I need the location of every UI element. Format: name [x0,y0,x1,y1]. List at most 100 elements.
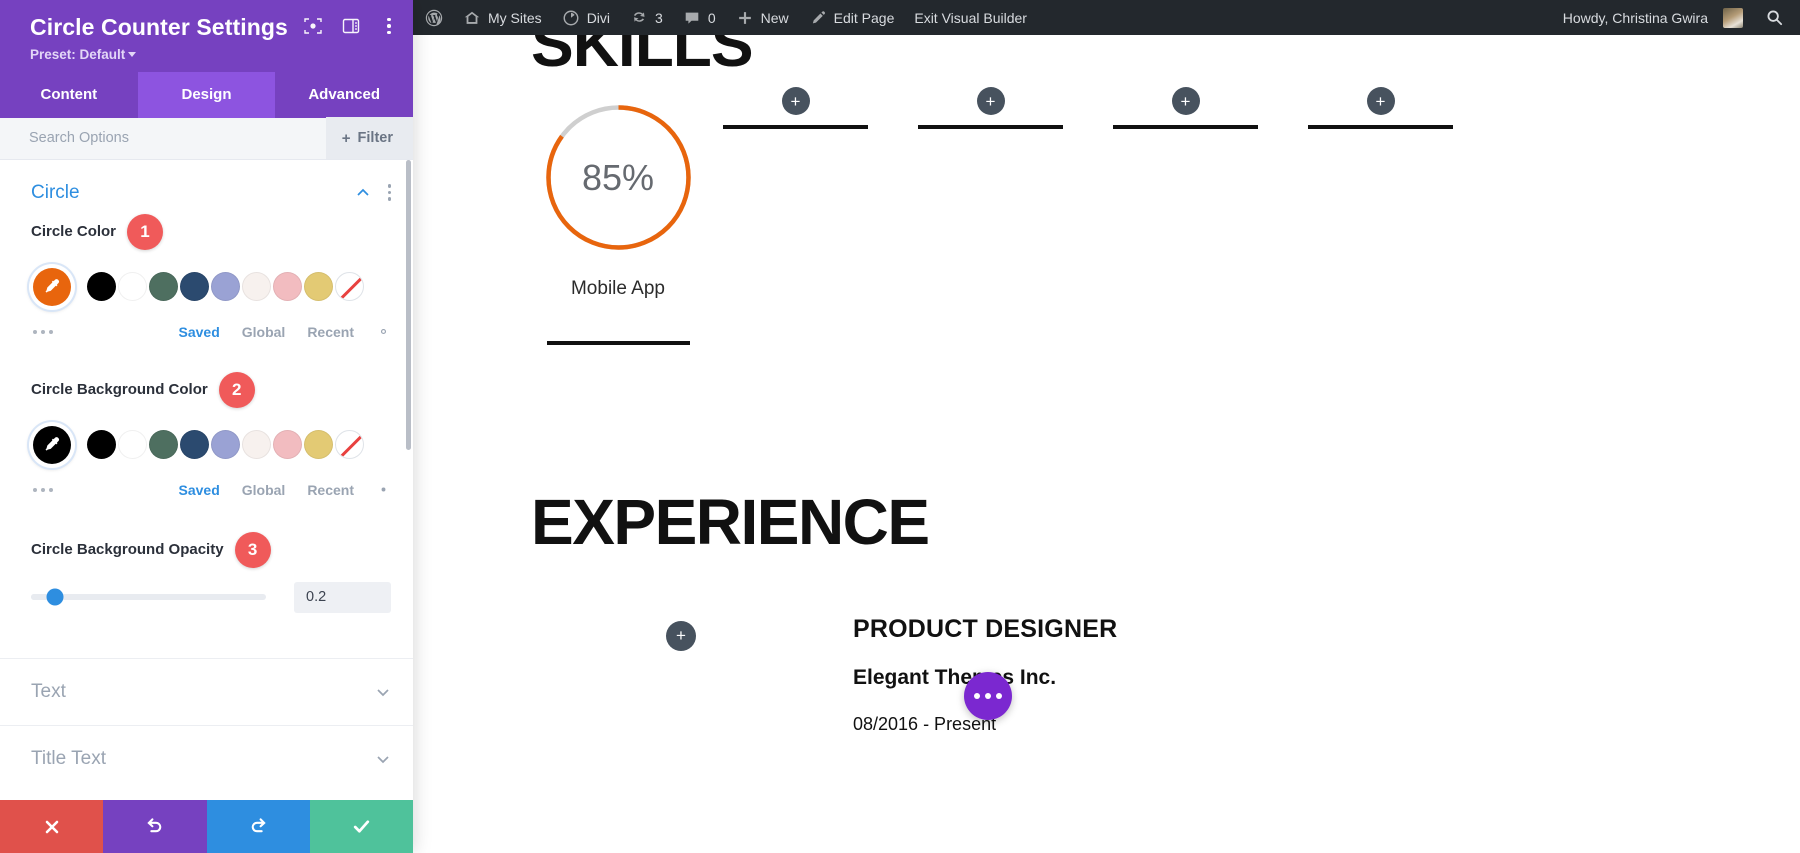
visual-builder-canvas: SKILLS 85% Mobile App + + + + EXPERIENCE… [413,35,1800,853]
color-swatch-offwhite[interactable] [242,430,271,460]
color-swatch-periwinkle[interactable] [211,430,240,460]
placeholder-divider [918,125,1063,129]
adminbar-item-exit-visual-builder[interactable]: Exit Visual Builder [904,0,1037,35]
circle-counter-module[interactable]: 85% Mobile App [523,100,713,345]
panel-preset-selector[interactable]: Preset: Default [30,47,395,62]
fullscreen-icon[interactable] [303,16,323,36]
tab-content[interactable]: Content [0,72,138,118]
circle-counter-underline [546,341,690,345]
color-swatch-black[interactable] [87,430,116,460]
color-tab-global[interactable]: Global [242,324,286,340]
placeholder-column-1[interactable]: + [723,87,868,129]
placeholder-divider [723,125,868,129]
pencil-icon [812,10,825,23]
selected-color-preview [33,425,71,464]
color-source-tabs: Saved Global Recent [179,482,392,498]
panel-footer [0,800,413,853]
panel-tabs: Content Design Advanced [0,71,413,118]
color-swatch-none[interactable] [335,272,364,302]
color-swatch-pink[interactable] [273,272,302,302]
adminbar-label: 3 [655,9,663,26]
close-icon [45,820,58,833]
undo-button[interactable] [103,800,207,853]
filter-button[interactable]: + Filter [325,117,413,160]
color-swatch-black[interactable] [87,272,116,302]
adminbar-item-updates[interactable]: 3 [620,0,673,35]
color-picker-eyedropper-button[interactable] [29,263,75,310]
section-toggle-circle[interactable]: Circle [0,160,413,214]
color-swatch-periwinkle[interactable] [211,272,240,302]
color-swatch-gold[interactable] [304,430,333,460]
add-module-button[interactable]: + [1366,87,1395,115]
opacity-slider-row: 0.2 [31,581,391,613]
color-tab-saved[interactable]: Saved [179,324,220,340]
color-swatch-offwhite[interactable] [242,272,271,302]
color-swatch-pink[interactable] [273,430,302,460]
add-module-button[interactable]: + [976,87,1005,115]
placeholder-column-2[interactable]: + [918,87,1063,129]
panel-scrollbar[interactable] [406,159,411,450]
color-more-options-icon[interactable] [33,487,93,492]
adminbar-item-edit-page[interactable]: Edit Page [799,0,905,35]
visual-builder-menu-button[interactable] [964,672,1012,720]
add-module-button[interactable]: + [781,87,810,115]
opacity-slider-track[interactable] [31,588,266,606]
add-module-button[interactable]: + [1171,87,1200,115]
placeholder-column-3[interactable]: + [1113,87,1258,129]
field-label: Circle Background Opacity [31,541,224,559]
color-swatch-white[interactable] [118,272,147,302]
color-tab-global[interactable]: Global [242,482,286,498]
adminbar-item-wordpress[interactable] [413,0,453,35]
adminbar-item-howdy[interactable]: Howdy, Christina Gwira [1551,0,1753,35]
filter-label: Filter [357,130,393,147]
color-swatch-none[interactable] [335,430,364,460]
section-toggle-title-text[interactable]: Title Text [0,724,413,792]
cancel-button[interactable] [0,800,104,853]
color-swatch-navy[interactable] [180,430,209,460]
save-button[interactable] [309,800,413,853]
color-tab-saved[interactable]: Saved [179,482,220,498]
adminbar-item-comments[interactable]: 0 [673,0,726,35]
section-title-title-text: Title Text [31,747,106,769]
color-tab-recent[interactable]: Recent [307,482,354,498]
step-badge-1: 1 [127,213,164,250]
redo-icon [251,818,266,833]
field-circle-background-color: Circle Background Color 2 Saved Global R… [0,371,413,498]
color-swatch-green[interactable] [149,272,178,302]
step-badge-2: 2 [218,371,255,408]
color-swatch-row [29,421,391,468]
field-label: Circle Color [31,223,117,241]
color-picker-eyedropper-button[interactable] [29,421,75,468]
tab-advanced[interactable]: Advanced [275,72,413,118]
color-swatch-gold[interactable] [304,272,333,302]
section-toggle-text[interactable]: Text [0,657,413,725]
add-module-button-experience[interactable]: + [666,621,696,651]
color-swatch-navy[interactable] [180,272,209,302]
search-input[interactable] [0,130,326,147]
tab-design[interactable]: Design [137,71,276,118]
adminbar-item-divi[interactable]: Divi [552,0,620,35]
color-more-options-icon[interactable] [33,329,93,334]
section-more-options-icon[interactable] [387,184,391,201]
app-screen: Circle Counter Settings Preset: Default [0,0,1800,853]
chevron-up-icon[interactable] [355,185,371,201]
comment-icon [685,12,699,24]
chevron-down-icon [375,684,391,700]
color-swatch-row [29,263,391,310]
color-swatch-green[interactable] [149,430,178,460]
opacity-slider-thumb[interactable] [46,588,63,606]
color-tab-recent[interactable]: Recent [307,324,354,340]
gear-icon[interactable] [376,482,391,497]
opacity-value-input[interactable]: 0.2 [294,581,391,613]
panel-more-options-icon[interactable] [379,16,399,36]
panel-layout-icon[interactable] [341,16,361,36]
adminbar-label: Divi [586,9,611,26]
section-title-circle: Circle [31,181,80,203]
adminbar-item-my-sites[interactable]: My Sites [453,0,552,35]
placeholder-column-4[interactable]: + [1308,87,1453,129]
gear-icon[interactable] [376,324,391,339]
redo-button[interactable] [206,800,310,853]
color-swatch-white[interactable] [118,430,147,460]
adminbar-search-button[interactable] [1753,8,1800,27]
adminbar-item-new[interactable]: New [726,0,799,35]
